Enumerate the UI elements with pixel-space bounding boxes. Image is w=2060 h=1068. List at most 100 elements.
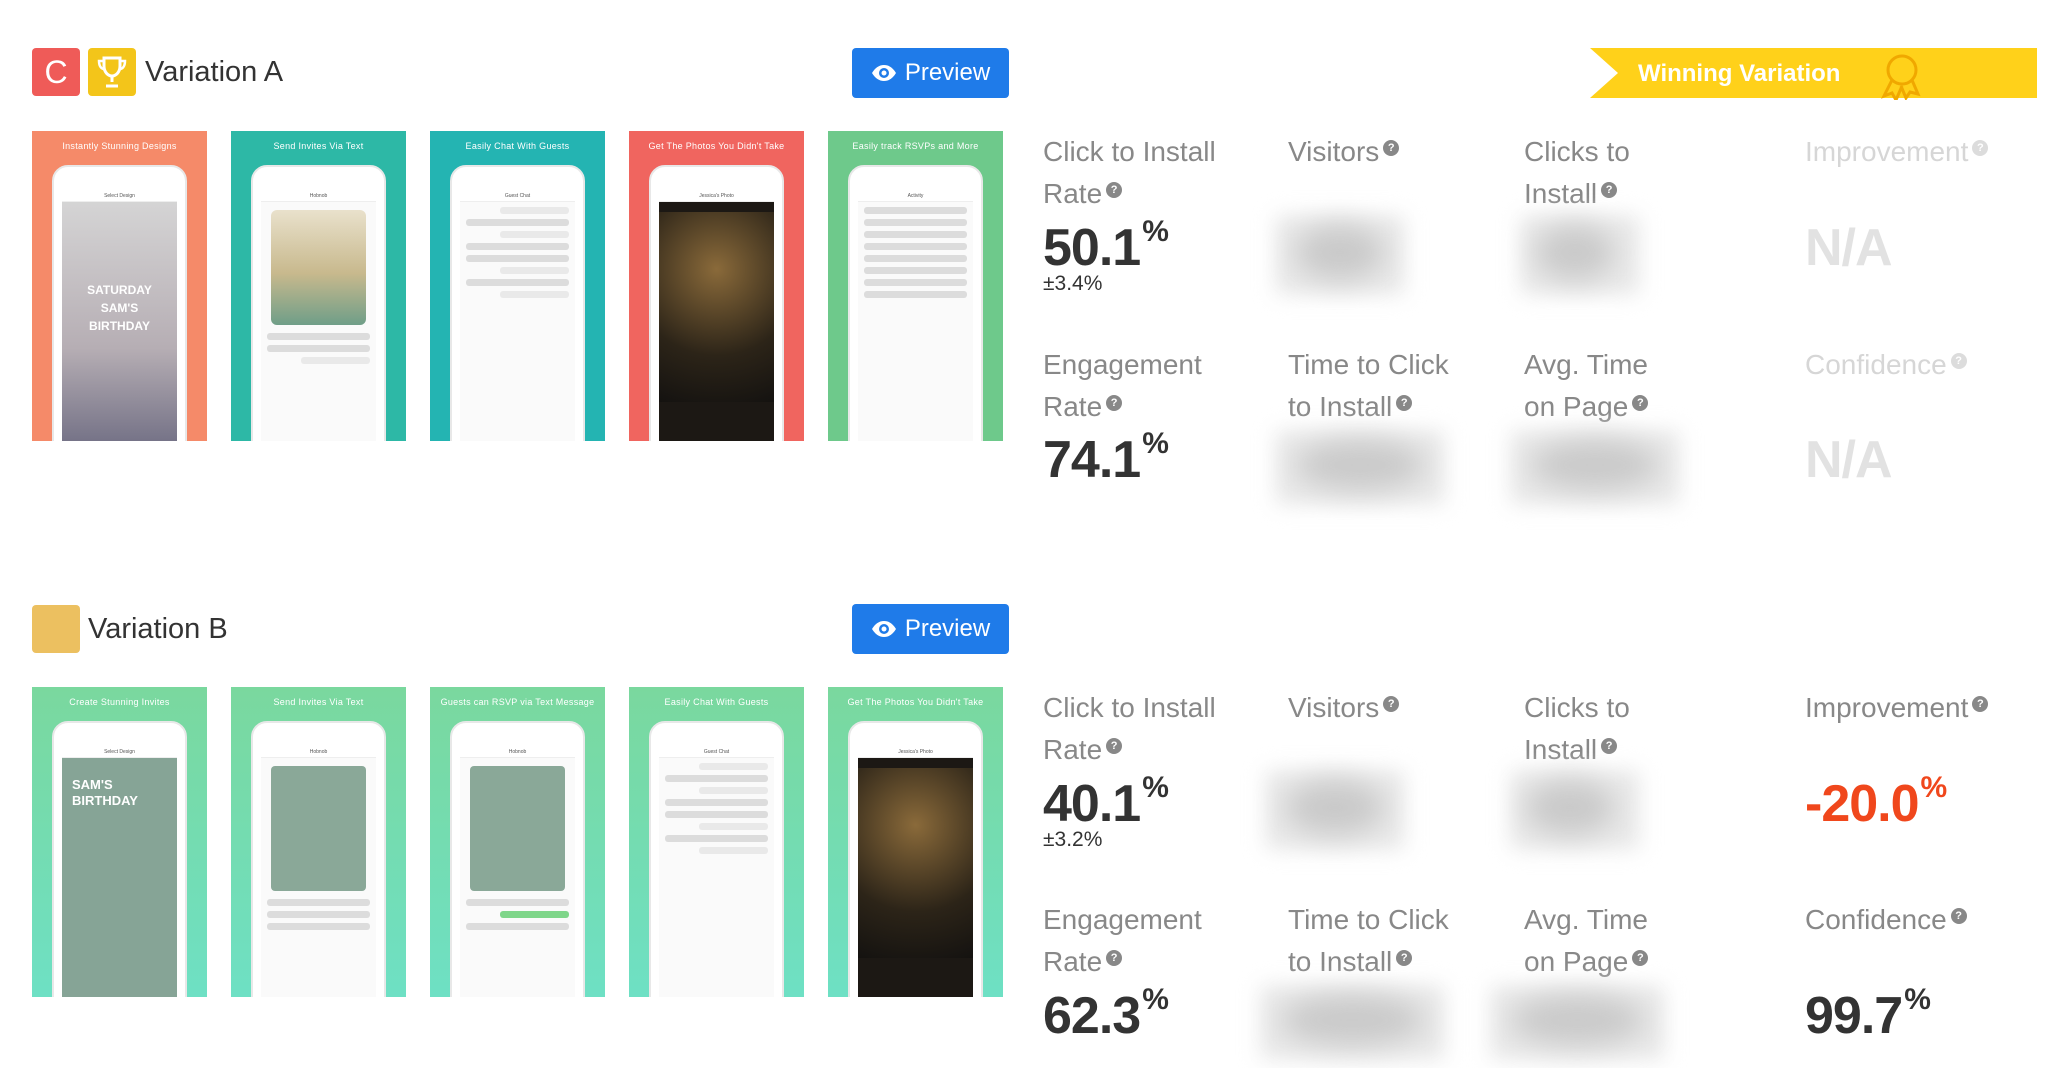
- preview-label: Preview: [904, 59, 991, 86]
- confidence-value: N/A: [1805, 431, 1893, 489]
- screenshot-3[interactable]: Guests can RSVP via Text Message Hobnob: [430, 687, 605, 997]
- percent-sign: %: [1142, 982, 1169, 1016]
- phone-frame: Guest Chat: [649, 721, 784, 997]
- help-icon[interactable]: ?: [1106, 181, 1123, 198]
- help-icon[interactable]: ?: [1383, 139, 1400, 156]
- avg-blur-core: [1530, 440, 1660, 490]
- help-icon[interactable]: ?: [1972, 695, 1989, 712]
- clicks-label-line1: Clicks to: [1524, 692, 1630, 723]
- screenshot-2[interactable]: Send Invites Via Text Hobnob: [231, 131, 406, 441]
- winning-label: Winning Variation: [1638, 60, 1841, 87]
- help-icon[interactable]: ?: [1632, 394, 1649, 411]
- help-icon[interactable]: ?: [1632, 949, 1649, 966]
- time-to-click-label: Time to Click to Install?: [1288, 344, 1449, 428]
- confidence-label: Confidence?: [1805, 899, 1967, 941]
- percent-sign: %: [1142, 770, 1169, 804]
- clicks-blur-core: [1535, 225, 1615, 280]
- improvement-value: -20.0%: [1805, 770, 1948, 834]
- ctir-label: Click to Install Rate?: [1043, 687, 1216, 771]
- variation-title: Variation A: [145, 56, 284, 88]
- avg-blur-core: [1510, 995, 1645, 1045]
- phone-frame: Hobnob: [450, 721, 585, 997]
- visitors-label: Visitors?: [1288, 687, 1400, 729]
- help-icon[interactable]: ?: [1106, 394, 1123, 411]
- percent-sign: %: [1904, 982, 1931, 1016]
- phone-frame: Hobnob: [251, 721, 386, 997]
- ctir-confidence-interval: ±3.2%: [1043, 828, 1103, 851]
- clicks-blur-core: [1525, 780, 1615, 835]
- improvement-label: Improvement?: [1805, 131, 1989, 173]
- clicks-label: Clicks to Install?: [1524, 131, 1630, 215]
- help-icon[interactable]: ?: [1601, 737, 1618, 754]
- screenshot-caption: Send Invites Via Text: [273, 697, 364, 707]
- ctir-label: Click to Install Rate?: [1043, 131, 1216, 215]
- confidence-number: 99.7: [1805, 987, 1903, 1045]
- avg-label-line2: on Page: [1524, 946, 1629, 977]
- ctir-label-line2: Rate: [1043, 178, 1103, 209]
- screenshot-5[interactable]: Get The Photos You Didn't Take Jessica's…: [828, 687, 1003, 997]
- confidence-text: Confidence: [1805, 349, 1947, 380]
- screenshot-caption: Get The Photos You Didn't Take: [648, 141, 785, 151]
- screenshot-4[interactable]: Get The Photos You Didn't Take Jessica's…: [629, 131, 804, 441]
- screenshot-5[interactable]: Easily track RSVPs and More Activity: [828, 131, 1003, 441]
- trophy-icon: [97, 56, 127, 88]
- screenshot-caption: Guests can RSVP via Text Message: [440, 697, 595, 707]
- help-icon[interactable]: ?: [1106, 737, 1123, 754]
- phone-frame: Select Design SAM'S BIRTHDAY: [52, 721, 187, 997]
- screenshot-2[interactable]: Send Invites Via Text Hobnob: [231, 687, 406, 997]
- ribbon-icon: [1880, 54, 1921, 100]
- screenshot-1[interactable]: Instantly Stunning Designs Select Design…: [32, 131, 207, 441]
- percent-sign: %: [1142, 214, 1169, 248]
- help-icon[interactable]: ?: [1106, 949, 1123, 966]
- clicks-label-line1: Clicks to: [1524, 136, 1630, 167]
- improvement-label: Improvement?: [1805, 687, 1989, 729]
- visitors-label: Visitors?: [1288, 131, 1400, 173]
- eye-icon: [871, 621, 896, 637]
- percent-sign: %: [1920, 770, 1948, 804]
- ctir-number: 50.1: [1043, 219, 1141, 277]
- improvement-text: Improvement: [1805, 692, 1969, 723]
- help-icon[interactable]: ?: [1950, 352, 1967, 369]
- ttc-label-line2: to Install: [1288, 946, 1393, 977]
- confidence-text: Confidence: [1805, 904, 1947, 935]
- screenshot-3[interactable]: Easily Chat With Guests Guest Chat: [430, 131, 605, 441]
- help-icon[interactable]: ?: [1396, 394, 1413, 411]
- eye-icon: [871, 65, 896, 81]
- engagement-value: 74.1%: [1043, 427, 1169, 490]
- help-icon[interactable]: ?: [1950, 907, 1967, 924]
- help-icon[interactable]: ?: [1396, 949, 1413, 966]
- clicks-label: Clicks to Install?: [1524, 687, 1630, 771]
- ctir-value: 40.1%: [1043, 770, 1169, 834]
- screenshot-caption: Send Invites Via Text: [273, 141, 364, 151]
- improvement-value: N/A: [1805, 219, 1893, 277]
- variation-b-badge: [32, 605, 80, 653]
- engagement-label-line2: Rate: [1043, 391, 1103, 422]
- ctir-number: 40.1: [1043, 775, 1141, 833]
- preview-button[interactable]: Preview: [852, 48, 1009, 98]
- avg-time-label: Avg. Time on Page?: [1524, 899, 1649, 983]
- winning-variation-banner: Winning Variation: [1590, 48, 2037, 100]
- help-icon[interactable]: ?: [1383, 695, 1400, 712]
- screenshot-caption: Easily Chat With Guests: [465, 141, 570, 151]
- preview-button[interactable]: Preview: [852, 604, 1009, 654]
- ttc-label-line2: to Install: [1288, 391, 1393, 422]
- screenshot-4[interactable]: Easily Chat With Guests Guest Chat: [629, 687, 804, 997]
- visitors-text: Visitors: [1288, 692, 1380, 723]
- help-icon[interactable]: ?: [1972, 139, 1989, 156]
- phone-frame: Hobnob: [251, 165, 386, 441]
- screenshot-1[interactable]: Create Stunning Invites Select Design SA…: [32, 687, 207, 997]
- visitors-blur-core: [1295, 225, 1385, 280]
- improvement-number: -20.0: [1805, 775, 1920, 833]
- phone-frame: Select Design SATURDAY SAM'S BIRTHDAY: [52, 165, 187, 441]
- phone-frame: Jessica's Photo: [848, 721, 983, 997]
- trophy-badge: [88, 48, 136, 96]
- engagement-label-line1: Engagement: [1043, 349, 1202, 380]
- engagement-label-line1: Engagement: [1043, 904, 1202, 935]
- visitors-blur-core: [1285, 780, 1385, 835]
- phone-frame: Jessica's Photo: [649, 165, 784, 441]
- help-icon[interactable]: ?: [1601, 181, 1618, 198]
- ctir-label-line1: Click to Install: [1043, 136, 1216, 167]
- visitors-text: Visitors: [1288, 136, 1380, 167]
- confidence-value: 99.7%: [1805, 982, 1931, 1046]
- ttc-label-line1: Time to Click: [1288, 904, 1449, 935]
